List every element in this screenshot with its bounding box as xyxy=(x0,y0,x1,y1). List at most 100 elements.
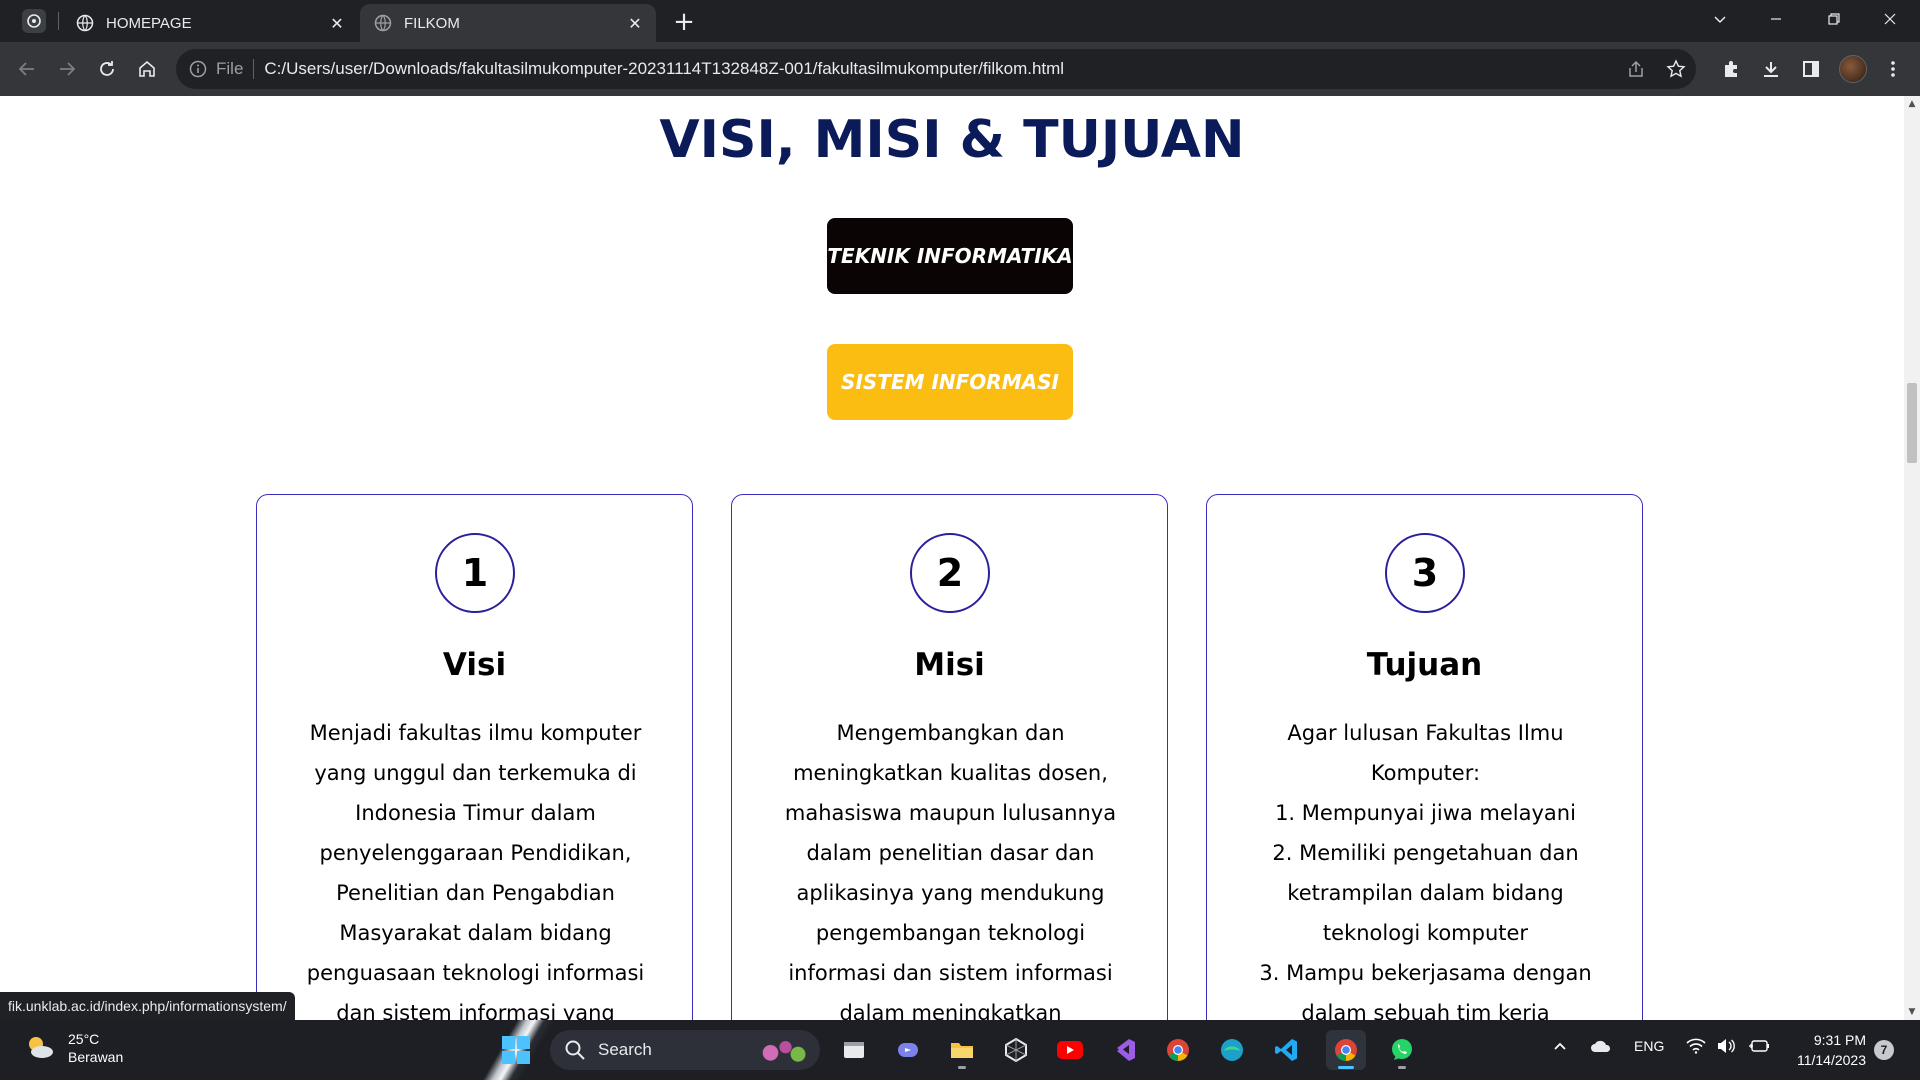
reload-icon[interactable] xyxy=(92,54,122,84)
card-line: dan sistem informasi yang xyxy=(336,1001,615,1020)
notification-count-badge[interactable]: 7 xyxy=(1874,1040,1894,1060)
card-line: Menjadi fakultas ilmu komputer xyxy=(309,721,642,745)
volume-icon[interactable] xyxy=(1716,1038,1736,1057)
card-line: yang unggul dan terkemuka di xyxy=(314,761,637,785)
search-icon xyxy=(565,1040,585,1060)
close-icon[interactable]: ✕ xyxy=(326,12,348,34)
card-number-badge: 3 xyxy=(1385,533,1465,613)
show-hidden-icons-chevron-icon[interactable] xyxy=(1552,1038,1568,1057)
url-text[interactable]: C:/Users/user/Downloads/fakultasilmukomp… xyxy=(264,59,1616,79)
card-body: Menjadi fakultas ilmu komputer yang ungg… xyxy=(295,713,656,1020)
tab-search-chevron-icon[interactable] xyxy=(1692,0,1748,38)
scroll-down-arrow-icon[interactable]: ▼ xyxy=(1904,1004,1920,1020)
partly-cloudy-icon xyxy=(29,1037,53,1058)
language-indicator[interactable]: ENG xyxy=(1634,1038,1664,1054)
card-line: Penelitian dan Pengabdian xyxy=(336,881,615,905)
url-scheme-label: File xyxy=(216,59,244,78)
edge-icon[interactable] xyxy=(1212,1030,1252,1070)
wifi-icon[interactable] xyxy=(1686,1038,1706,1057)
bookmark-star-icon[interactable] xyxy=(1656,49,1696,89)
clock-time: 9:31 PM xyxy=(1813,1032,1866,1048)
download-icon[interactable] xyxy=(1756,54,1786,84)
card-line: Komputer: xyxy=(1370,761,1481,785)
card-line: ketrampilan dalam bidang xyxy=(1287,881,1564,905)
chatgpt-app-icon[interactable] xyxy=(22,9,46,33)
card-number-badge: 2 xyxy=(910,533,990,613)
search-label: Search xyxy=(598,1040,652,1059)
tab-title: FILKOM xyxy=(404,14,460,32)
vscode-icon[interactable] xyxy=(1266,1030,1306,1070)
card-line: Agar lulusan Fakultas Ilmu xyxy=(1287,721,1564,745)
card-number-badge: 1 xyxy=(435,533,515,613)
card-line: Masyarakat dalam bidang xyxy=(339,921,612,945)
globe-icon xyxy=(76,14,94,32)
back-arrow-icon[interactable] xyxy=(12,54,42,84)
side-panel-icon[interactable] xyxy=(1796,54,1826,84)
info-icon[interactable] xyxy=(188,59,208,79)
weather-temperature: 25°C xyxy=(68,1031,100,1047)
onedrive-cloud-icon[interactable] xyxy=(1590,1038,1612,1057)
card-line: penyelenggaraan Pendidikan, xyxy=(319,841,632,865)
whatsapp-icon[interactable] xyxy=(1382,1030,1422,1070)
profile-avatar[interactable] xyxy=(1839,55,1867,83)
card-line: dalam sebuah tim kerja xyxy=(1301,1001,1550,1020)
card-line: 1. Mempunyai jiwa melayani xyxy=(1275,801,1576,825)
clock-date: 11/14/2023 xyxy=(1796,1052,1866,1068)
share-icon[interactable] xyxy=(1616,49,1656,89)
forward-arrow-icon[interactable] xyxy=(52,54,82,84)
browser-tab-strip: HOMEPAGE ✕ FILKOM ✕ + xyxy=(0,0,1920,42)
folder-icon[interactable] xyxy=(942,1030,982,1070)
teams-icon[interactable] xyxy=(888,1030,928,1070)
tab-filkom[interactable]: FILKOM ✕ xyxy=(360,4,656,42)
unity-icon[interactable] xyxy=(996,1030,1036,1070)
link-status-bubble: fik.unklab.ac.id/index.php/informationsy… xyxy=(0,992,295,1020)
card-line: dalam meningkatkan xyxy=(839,1001,1062,1020)
teknik-informatika-button[interactable]: TEKNIK INFORMATIKA xyxy=(827,218,1073,294)
card-line: 3. Mampu bekerjasama dengan xyxy=(1259,961,1592,985)
tab-homepage[interactable]: HOMEPAGE ✕ xyxy=(62,4,358,42)
scroll-up-arrow-icon[interactable]: ▲ xyxy=(1904,96,1920,112)
card-body: Agar lulusan Fakultas Ilmu Komputer: 1. … xyxy=(1245,713,1606,1020)
card-body: Mengembangkan dan meningkatkan kualitas … xyxy=(770,713,1131,1020)
card-line: 2. Memiliki pengetahuan dan xyxy=(1272,841,1579,865)
card-line: dalam penelitian dasar dan xyxy=(806,841,1095,865)
scroll-thumb[interactable] xyxy=(1907,383,1917,463)
tujuan-card: 3 Tujuan Agar lulusan Fakultas Ilmu Komp… xyxy=(1206,494,1643,1020)
home-icon[interactable] xyxy=(132,54,162,84)
chrome-profile-icon[interactable] xyxy=(1326,1030,1366,1070)
card-line: pengembangan teknologi xyxy=(815,921,1086,945)
globe-icon xyxy=(374,14,392,32)
card-title: Visi xyxy=(442,647,507,683)
taskbar-search[interactable]: Search xyxy=(550,1030,820,1070)
sistem-informasi-button[interactable]: SISTEM INFORMASI xyxy=(827,344,1073,420)
close-icon[interactable]: ✕ xyxy=(624,12,646,34)
restore-button[interactable] xyxy=(1806,0,1862,38)
card-line: Mengembangkan dan xyxy=(836,721,1065,745)
minimize-button[interactable] xyxy=(1748,0,1804,38)
chrome-icon[interactable] xyxy=(1158,1030,1198,1070)
visual-studio-icon[interactable] xyxy=(1104,1030,1144,1070)
kebab-menu-icon[interactable] xyxy=(1878,54,1908,84)
page-viewport: VISI, MISI & TUJUAN TEKNIK INFORMATIKA S… xyxy=(0,96,1904,1020)
youtube-icon[interactable] xyxy=(1050,1030,1090,1070)
card-line: aplikasinya yang mendukung xyxy=(796,881,1105,905)
weather-widget[interactable]: 25°C Berawan xyxy=(22,1030,123,1066)
address-bar[interactable]: File C:/Users/user/Downloads/fakultasilm… xyxy=(176,49,1696,89)
close-window-button[interactable] xyxy=(1862,0,1918,38)
tab-title: HOMEPAGE xyxy=(106,14,192,32)
vertical-scrollbar[interactable]: ▲ ▼ xyxy=(1904,96,1920,1020)
card-line: mahasiswa maupun lulusannya xyxy=(784,801,1117,825)
windows-taskbar: 25°C Berawan Search ENG 9:31 PM 11/14/20… xyxy=(0,1020,1920,1080)
weather-condition: Berawan xyxy=(68,1049,124,1065)
battery-icon[interactable] xyxy=(1748,1038,1770,1057)
card-title: Tujuan xyxy=(1366,647,1483,683)
card-title: Misi xyxy=(914,647,985,683)
extensions-puzzle-icon[interactable] xyxy=(1716,54,1746,84)
tab-separator xyxy=(58,12,59,30)
system-clock[interactable]: 9:31 PM 11/14/2023 xyxy=(1790,1030,1866,1070)
url-divider xyxy=(253,59,255,79)
new-tab-button[interactable]: + xyxy=(670,7,698,37)
file-explorer-icon[interactable] xyxy=(834,1030,874,1070)
windows-start-icon[interactable] xyxy=(502,1036,530,1064)
card-line: teknologi komputer xyxy=(1322,921,1529,945)
